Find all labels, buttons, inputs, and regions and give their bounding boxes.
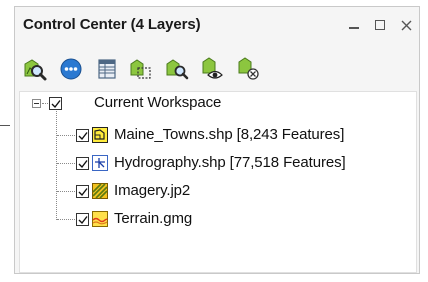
tree-line: [42, 103, 48, 104]
maximize-button[interactable]: [371, 13, 389, 37]
check-icon: [78, 216, 88, 225]
tree-line: [57, 135, 75, 136]
zoom-layer-button[interactable]: [163, 55, 191, 83]
layer-checkbox[interactable]: [76, 157, 89, 170]
remove-layer-button[interactable]: [235, 55, 263, 83]
panel-titlebar[interactable]: Control Center (4 Layers): [15, 7, 419, 45]
layer-options-button[interactable]: [57, 55, 85, 83]
layer-label[interactable]: Imagery.jp2: [114, 182, 190, 199]
show-layer-button[interactable]: [199, 55, 227, 83]
line-layer-icon: [92, 155, 108, 171]
layer-toolbar: [15, 53, 419, 89]
collapse-toggle[interactable]: [32, 99, 41, 108]
layer-label[interactable]: Hydrography.shp [77,518 Features]: [114, 154, 346, 171]
polygon-layer-icon: [92, 127, 108, 143]
attribute-table-button[interactable]: [93, 55, 121, 83]
workspace-checkbox[interactable]: [49, 97, 62, 110]
layer-extent-icon: [130, 59, 151, 79]
close-icon: [401, 20, 411, 30]
zoom-to-layer-icon: [24, 59, 47, 81]
tree-line: [57, 163, 75, 164]
check-icon: [78, 188, 88, 197]
check-icon: [78, 132, 88, 141]
check-icon: [51, 100, 61, 109]
tree-line: [56, 111, 57, 220]
layer-checkbox[interactable]: [76, 185, 89, 198]
show-layer-icon: [202, 57, 223, 79]
raster-layer-icon: [92, 183, 108, 199]
maximize-icon: [375, 20, 385, 30]
workspace-label[interactable]: Current Workspace: [94, 94, 221, 111]
tree-line: [57, 191, 75, 192]
close-button[interactable]: [397, 13, 415, 37]
minimize-button[interactable]: [345, 13, 363, 37]
tree-connector-line: [0, 125, 10, 126]
layer-label[interactable]: Maine_Towns.shp [8,243 Features]: [114, 126, 344, 143]
zoom-to-layer-button[interactable]: [21, 55, 49, 83]
control-center-panel: Control Center (4 Layers) Current Worksp…: [14, 6, 420, 274]
layer-options-icon: [60, 58, 82, 80]
layer-extent-button[interactable]: [127, 55, 155, 83]
minimize-icon: [349, 27, 359, 29]
panel-title: Control Center (4 Layers): [23, 16, 201, 33]
terrain-layer-icon: [92, 211, 108, 227]
layer-label[interactable]: Terrain.gmg: [114, 210, 192, 227]
attribute-table-icon: [98, 59, 116, 79]
layer-checkbox[interactable]: [76, 129, 89, 142]
remove-layer-icon: [238, 57, 259, 80]
layer-tree: Current Workspace Maine_Towns.shp [8,243…: [19, 91, 417, 273]
check-icon: [78, 160, 88, 169]
tree-line: [57, 219, 75, 220]
layer-checkbox[interactable]: [76, 213, 89, 226]
zoom-layer-icon: [166, 59, 189, 80]
